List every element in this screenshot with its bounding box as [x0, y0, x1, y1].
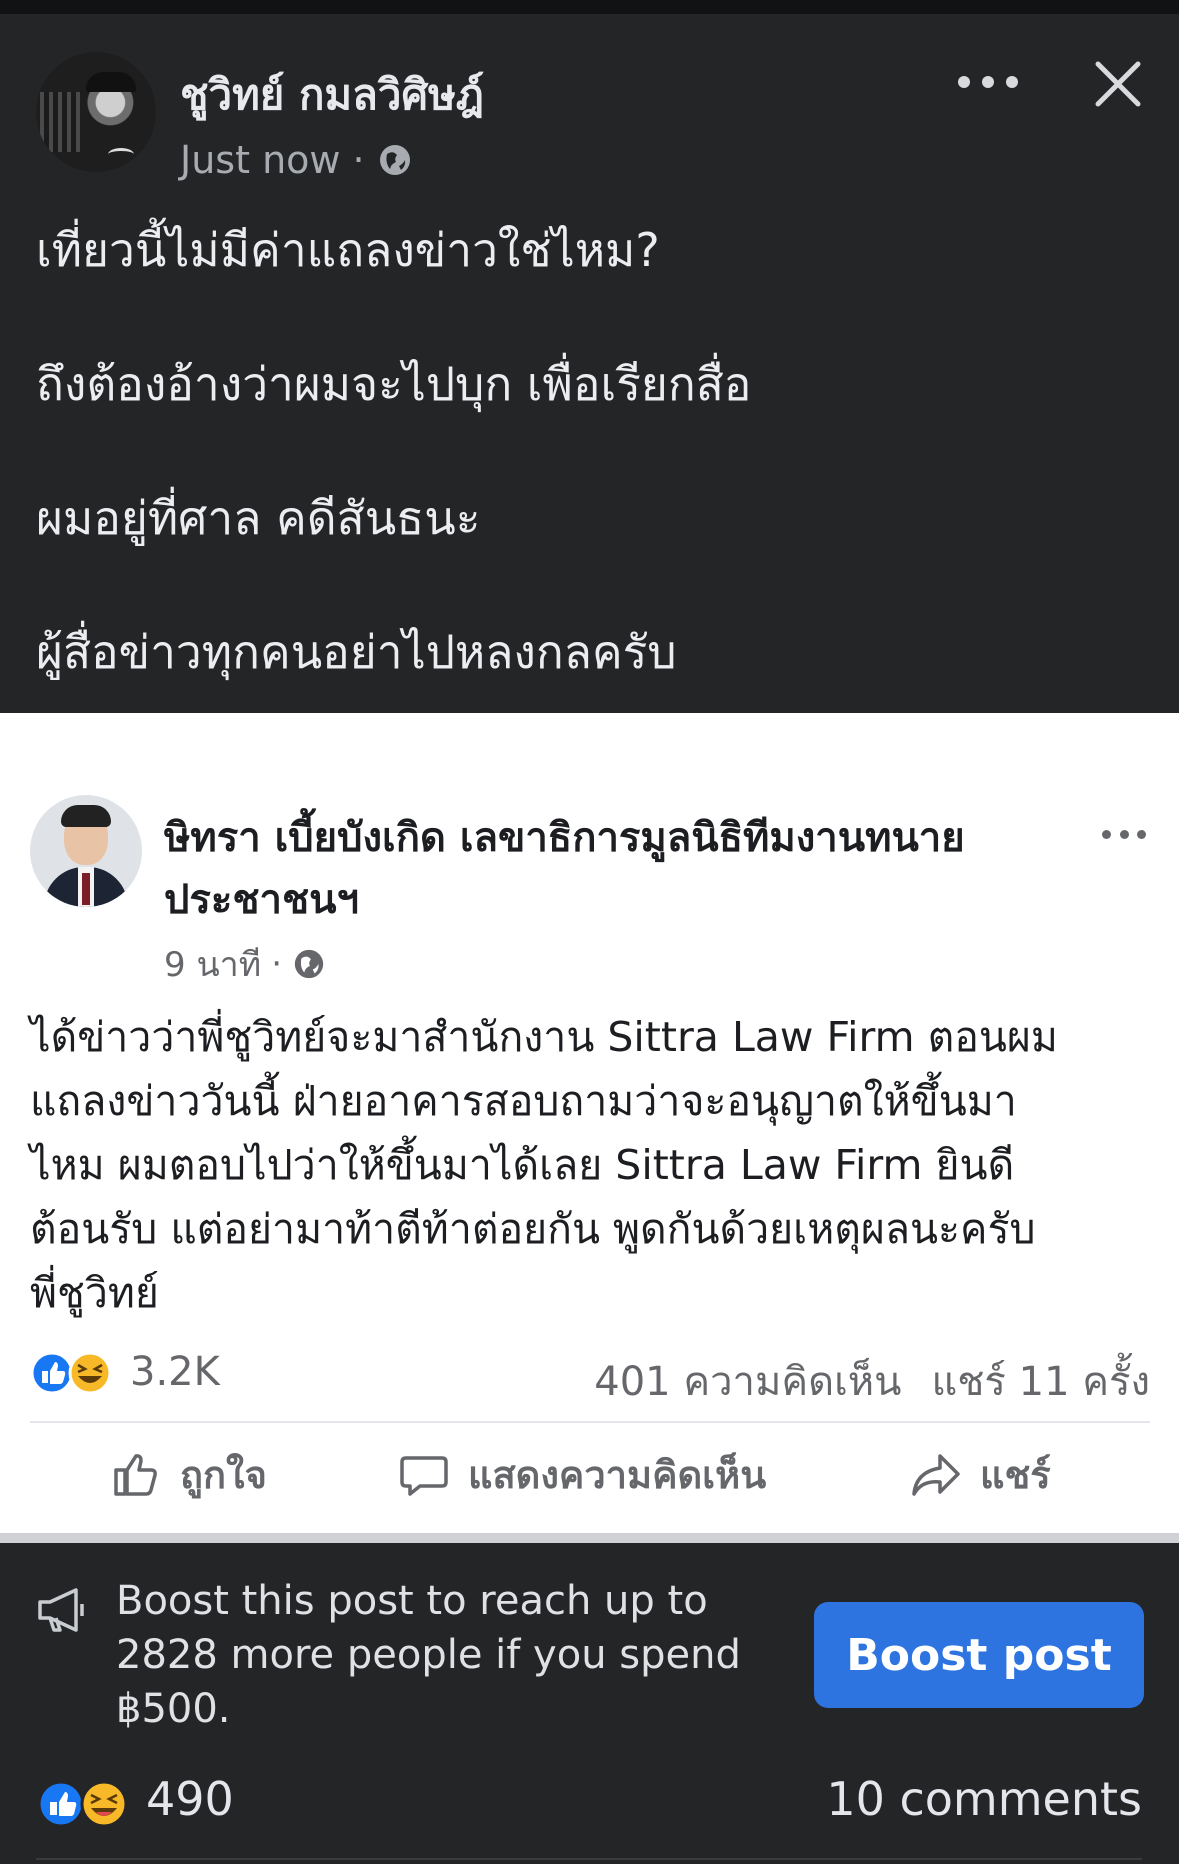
- shared-author-name: ษิทรา เบี้ยบังเกิด เลขาธิการมูลนิธิทีมงา…: [164, 807, 1064, 931]
- shared-author-name-line: ประชาชนฯ: [164, 877, 359, 923]
- like-label: ถูกใจ: [180, 1452, 267, 1497]
- comment-action: แสดงความคิดเห็น: [398, 1439, 766, 1509]
- shared-more-options-icon: [1102, 819, 1146, 849]
- reaction-count[interactable]: 490: [146, 1772, 234, 1826]
- globe-icon: [379, 145, 410, 175]
- like-reaction-icon: [30, 1351, 74, 1395]
- avatar-background: [40, 92, 80, 152]
- share-action: แชร์: [910, 1439, 1051, 1509]
- comment-label: แสดงความคิดเห็น: [468, 1452, 767, 1497]
- meta-separator: ·: [352, 138, 365, 182]
- reaction-icons: [30, 1351, 112, 1395]
- close-icon[interactable]: [1094, 60, 1142, 108]
- author-name[interactable]: ชูวิทย์ กมลวิศิษฎ์: [180, 62, 484, 128]
- boost-line: ฿500.: [116, 1686, 231, 1732]
- status-strip: [0, 0, 1179, 14]
- body-line: ต้อนรับ แต่อย่ามาท้าตีท้าต่อยกัน พูดกันด…: [30, 1205, 1036, 1253]
- shared-author-name-line: ษิทรา เบี้ยบังเกิด เลขาธิการมูลนิธิทีมงา…: [164, 815, 965, 861]
- comments-link[interactable]: 10 comments: [826, 1772, 1142, 1826]
- shared-author-avatar: [30, 795, 142, 907]
- boost-message: Boost this post to reach up to 2828 more…: [116, 1574, 756, 1736]
- shared-timestamp: 9 นาที: [164, 945, 262, 985]
- shared-reaction-row: 3.2K 401 ความคิดเห็น แชร์ 11 ครั้ง: [30, 1343, 1150, 1405]
- like-reaction-icon: [37, 1780, 85, 1828]
- author-avatar[interactable]: [36, 52, 156, 172]
- megaphone-icon: [38, 1588, 84, 1632]
- shared-action-bar: ถูกใจ แสดงความคิดเห็น แชร์: [0, 1439, 1179, 1509]
- body-line: แถลงข่าววันนี้ ฝ่ายอาคารสอบถามว่าจะอนุญา…: [30, 1077, 1017, 1125]
- haha-reaction-icon: [68, 1351, 112, 1395]
- card-bottom-border: [0, 1533, 1179, 1543]
- body-line: ได้ข่าวว่าพี่ชูวิทย์จะมาสำนักงาน Sittra …: [30, 1013, 1058, 1061]
- share-label: แชร์: [980, 1452, 1051, 1497]
- share-count: แชร์ 11 ครั้ง: [931, 1359, 1150, 1405]
- meta-separator: ·: [271, 944, 282, 984]
- caption-line: ผู้สื่อข่าวทุกคนอย่าไปหลงกลครับ: [36, 625, 677, 679]
- comment-bubble-icon: [400, 1456, 448, 1496]
- shared-post-meta: 9 นาที ·: [164, 937, 326, 991]
- post-timestamp[interactable]: Just now: [180, 138, 340, 182]
- divider: [36, 1858, 1142, 1860]
- engagement-stats: 401 ความคิดเห็น แชร์ 11 ครั้ง: [594, 1349, 1150, 1413]
- comment-count: 401 ความคิดเห็น: [594, 1359, 902, 1405]
- thumbs-up-icon: [114, 1454, 157, 1496]
- share-arrow-icon: [912, 1454, 960, 1496]
- reaction-icons[interactable]: [36, 1778, 136, 1830]
- body-line: ไหม ผมตอบไปว่าให้ขึ้นมาได้เลย Sittra Law…: [30, 1141, 1015, 1189]
- caption-line: เที่ยวนี้ไม่มีค่าแถลงข่าวใช่ไหม?: [36, 223, 660, 277]
- avatar-bird: [108, 148, 134, 161]
- caption-line: ถึงต้องอ้างว่าผมจะไปบุก เพื่อเรียกสื่อ: [36, 357, 752, 411]
- more-options-icon[interactable]: [958, 62, 1018, 102]
- boost-post-button[interactable]: Boost post: [814, 1602, 1144, 1708]
- reaction-count: 3.2K: [130, 1349, 220, 1395]
- body-line: พี่ชูวิทย์: [30, 1269, 159, 1317]
- boost-line: Boost this post to reach up to: [116, 1578, 708, 1624]
- divider: [30, 1421, 1150, 1423]
- boost-line: 2828 more people if you spend: [116, 1632, 741, 1678]
- haha-reaction-icon: [80, 1780, 128, 1828]
- shared-post-body: ได้ข่าวว่าพี่ชูวิทย์จะมาสำนักงาน Sittra …: [30, 1005, 1160, 1325]
- like-action: ถูกใจ: [110, 1439, 267, 1509]
- avatar-hat: [86, 72, 136, 92]
- caption-line: ผมอยู่ที่ศาล คดีสันธนะ: [36, 491, 481, 545]
- post-meta: Just now ·: [180, 138, 413, 182]
- shared-post-image[interactable]: ษิทรา เบี้ยบังเกิด เลขาธิการมูลนิธิทีมงา…: [0, 713, 1179, 1543]
- post-reaction-summary: 490 10 comments: [36, 1770, 1142, 1834]
- globe-icon: [294, 949, 324, 979]
